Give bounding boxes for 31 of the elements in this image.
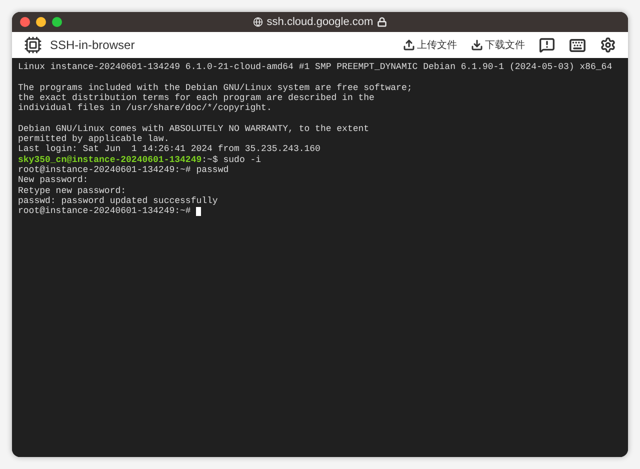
terminal-line: Last login: Sat Jun 1 14:26:41 2024 from 35.235.243.160: [18, 144, 320, 155]
terminal-line: The programs included with the Debian GNU/Linux system are free software;: [18, 82, 412, 93]
minimize-button[interactable]: [36, 17, 46, 27]
terminal-line: :~$ sudo -i: [202, 154, 262, 165]
terminal-line: root@instance-20240601-134249:~#: [18, 206, 191, 216]
terminal-line: root@instance-20240601-134249:~# passwd: [18, 164, 229, 176]
download-icon: [471, 39, 483, 51]
upload-icon: [403, 39, 415, 51]
keyboard-button[interactable]: [569, 36, 586, 54]
download-button[interactable]: 下载文件: [471, 38, 525, 52]
chip-icon: [24, 36, 42, 54]
terminal-line: Debian GNU/Linux comes with ABSOLUTELY NO WARRANTY, to the extent: [18, 124, 370, 134]
window-title: ssh.cloud.google.com: [266, 14, 374, 30]
maximize-button[interactable]: [52, 17, 62, 27]
globe-icon: [252, 17, 263, 27]
prompt-user-host: sky350_cn@instance-20240601-134249: [18, 154, 202, 165]
feedback-icon: [539, 37, 555, 53]
terminal-line: passwd: password updated successfully: [18, 196, 218, 206]
close-button[interactable]: [20, 17, 30, 27]
settings-button[interactable]: [600, 37, 616, 53]
terminal-line: individual files in /usr/share/doc/*/copyright.: [18, 103, 272, 114]
terminal-line: permitted by applicable law.: [18, 134, 170, 144]
upload-button[interactable]: 上传文件: [403, 38, 457, 52]
keyboard-icon: [569, 36, 586, 54]
settings-icon: [600, 37, 616, 53]
terminal-line: Retype new password:: [18, 186, 126, 196]
app-name: SSH-in-browser: [50, 37, 135, 54]
terminal-line: Linux instance-20240601-134249 6.1.0-21-cloud-amd64 #1 SMP PREEMPT_DYNAMIC Debian 6.1.90-1 (2024-05-03) x86_64: [18, 62, 612, 72]
terminal-line: the exact distribution terms for each program are described in the: [18, 92, 374, 104]
terminal-line: New password:: [18, 175, 88, 186]
feedback-button[interactable]: [539, 37, 555, 53]
